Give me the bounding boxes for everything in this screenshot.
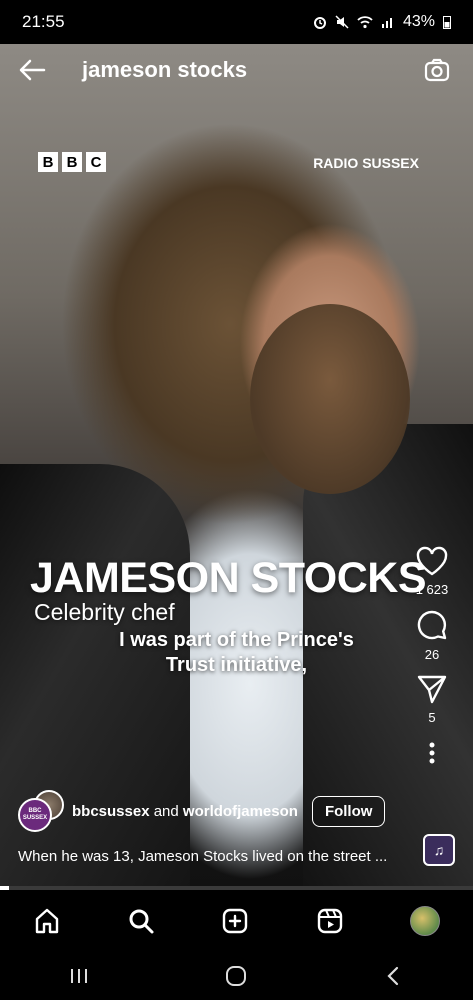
comment-count: 26	[424, 647, 440, 662]
heart-icon[interactable]	[416, 546, 448, 576]
author-joiner: and	[153, 802, 179, 820]
bbc-letter: C	[86, 152, 106, 172]
subtitle-line: I was part of the Prince's	[119, 629, 354, 651]
author-row: BBC SUSSEX bbcsussex and worldofjameson …	[18, 790, 386, 832]
recent-apps-icon[interactable]	[68, 966, 90, 986]
comment-icon[interactable]	[416, 609, 448, 641]
home-button-icon[interactable]	[225, 965, 247, 987]
author-names[interactable]: bbcsussex and worldofjameson	[72, 803, 298, 820]
more-icon[interactable]	[428, 741, 436, 765]
back-button-icon[interactable]	[383, 965, 405, 987]
send-icon[interactable]	[416, 674, 448, 704]
follow-button[interactable]: Follow	[311, 795, 386, 827]
author-name[interactable]: bbcsussex	[72, 803, 150, 820]
mute-icon	[335, 15, 349, 29]
role-caption: Celebrity chef	[34, 599, 175, 625]
status-bar: 21:55 43%	[0, 0, 473, 44]
page-title: jameson stocks	[82, 57, 248, 82]
comment-action[interactable]: 26	[407, 609, 457, 662]
station-label: RADIO SUSSEX	[313, 155, 419, 171]
battery-icon	[443, 16, 451, 29]
create-icon[interactable]	[221, 907, 249, 935]
post-caption[interactable]: When he was 13, Jameson Stocks lived on …	[18, 848, 418, 865]
share-count: 5	[428, 710, 436, 725]
bottom-nav	[0, 890, 473, 952]
back-arrow-icon[interactable]	[18, 58, 46, 82]
music-icon[interactable]: ♫	[423, 834, 455, 866]
signal-icon	[381, 18, 392, 28]
share-action[interactable]: 5	[407, 674, 457, 725]
author-name[interactable]: worldofjameson	[183, 803, 298, 820]
avatar: BBC SUSSEX	[18, 798, 52, 832]
subtitle-line: Trust initiative,	[165, 654, 308, 676]
video-subtitle: I was part of the Prince's Trust initiat…	[0, 628, 473, 678]
name-caption: JAMESON STOCKS	[30, 554, 427, 602]
wifi-icon	[357, 16, 373, 29]
face-shadow	[250, 304, 410, 494]
home-icon[interactable]	[33, 907, 61, 935]
like-count: 1 623	[415, 582, 449, 597]
battery-percent: 43%	[402, 13, 435, 30]
search-icon[interactable]	[127, 907, 155, 935]
system-nav	[0, 952, 473, 1000]
bbc-letter: B	[62, 152, 82, 172]
top-bar: jameson stocks	[0, 44, 473, 96]
status-icons: 43%	[313, 13, 451, 31]
like-action[interactable]: 1 623	[407, 546, 457, 597]
author-avatars[interactable]: BBC SUSSEX	[18, 790, 64, 832]
profile-avatar[interactable]	[409, 906, 440, 936]
bbc-logo: BBC	[38, 152, 106, 172]
status-time: 21:55	[22, 12, 65, 31]
reels-icon[interactable]	[316, 907, 344, 935]
action-rail: 1 623 26 5	[407, 546, 457, 770]
bbc-letter: B	[38, 152, 58, 172]
camera-icon[interactable]	[423, 56, 451, 84]
alarm-icon	[313, 17, 326, 29]
